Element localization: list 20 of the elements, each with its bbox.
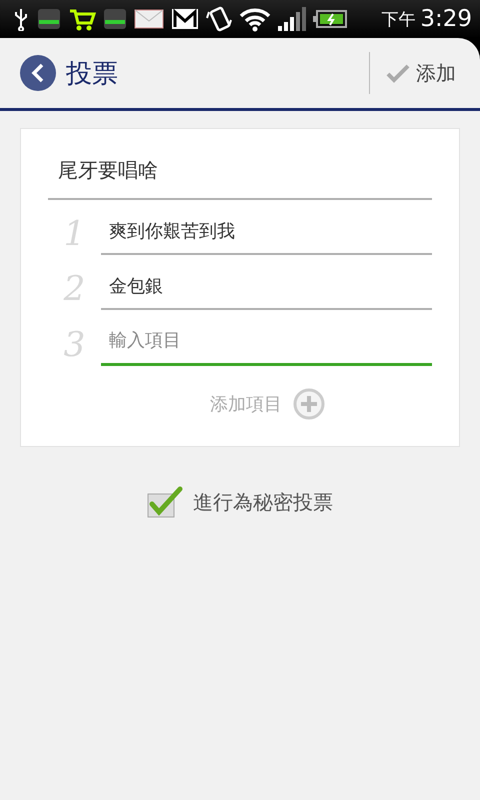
usb-icon [12,7,30,31]
page-title: 投票 [66,58,119,90]
plus-circle-icon [292,387,326,421]
question-field[interactable]: 尾牙要唱啥 [48,151,432,200]
wifi-icon [239,6,271,32]
option-field[interactable]: 爽到你艱苦到我 [101,212,432,255]
option-field[interactable]: 金包銀 [101,267,432,310]
battery-icon [313,9,347,29]
chevron-left-icon [30,63,46,83]
add-button[interactable]: 添加 [370,38,480,108]
back-button[interactable] [20,55,56,91]
clock-period: 下午 [381,8,416,30]
mail-icon [171,8,199,30]
signal-icon [278,6,306,32]
secret-vote-checkbox[interactable]: 進行為秘密投票 [141,485,339,519]
clock-time: 3:29 [420,6,472,32]
envelope-icon [134,9,164,29]
option-field[interactable]: 輸入項目 [101,322,432,366]
vibrate-icon [206,6,232,32]
checkmark-icon [386,63,410,83]
